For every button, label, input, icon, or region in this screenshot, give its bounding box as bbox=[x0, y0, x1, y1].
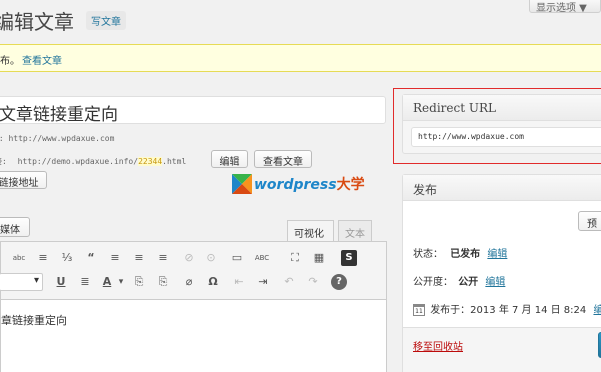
wpdaxue-logo-icon bbox=[232, 174, 252, 194]
text-color-dropdown-icon[interactable]: ▾ bbox=[113, 274, 129, 290]
calendar-icon: 11 bbox=[413, 304, 425, 316]
notice-view-post-link[interactable]: 查看文章 bbox=[22, 52, 62, 67]
permalink-label: 接: bbox=[0, 157, 7, 166]
underline-icon[interactable]: U bbox=[53, 274, 69, 290]
permalink-row: 接: http://demo.wpdaxue.info/22344.html bbox=[0, 156, 186, 167]
justify-icon[interactable]: ≣ bbox=[77, 274, 93, 290]
editor-content-text: 章链接重定向 bbox=[1, 314, 67, 327]
bulleted-list-icon[interactable]: ≡ bbox=[35, 250, 51, 266]
edit-permalink-button[interactable]: 编辑 bbox=[211, 150, 248, 168]
strikethrough-icon[interactable]: abc bbox=[11, 250, 27, 266]
get-shortlink-button[interactable]: 链接地址 bbox=[0, 171, 47, 189]
publish-box: 发布 预 状态： 已发布 编辑 公开度： 公开 编辑 11 发布于：2013 年… bbox=[402, 174, 601, 372]
major-publishing-actions: 移至回收站 bbox=[403, 327, 601, 372]
outdent-icon[interactable]: ⇤ bbox=[231, 274, 247, 290]
numbered-list-icon[interactable]: ⅓ bbox=[59, 250, 75, 266]
status-edit-link[interactable]: 编辑 bbox=[487, 249, 507, 260]
redirect-url-box: Redirect URL http://www.wpdaxue.com bbox=[402, 94, 601, 154]
add-media-button[interactable]: 媒体 bbox=[0, 217, 30, 237]
align-left-icon[interactable]: ≡ bbox=[107, 250, 123, 266]
paste-text-icon[interactable]: ⎘ bbox=[131, 274, 147, 290]
spellcheck-icon[interactable]: ABC bbox=[251, 250, 273, 266]
visibility-edit-link[interactable]: 编辑 bbox=[485, 277, 505, 288]
permalink-url[interactable]: http://demo.wpdaxue.info/22344.html bbox=[17, 157, 187, 166]
logo-text-suffix: 大学 bbox=[336, 177, 365, 193]
move-to-trash-link[interactable]: 移至回收站 bbox=[413, 338, 463, 353]
view-post-button[interactable]: 查看文章 bbox=[254, 150, 312, 168]
align-center-icon[interactable]: ≡ bbox=[131, 250, 147, 266]
screen-options-button[interactable]: 显示选项 ▼ bbox=[529, 0, 601, 14]
page-title: 编辑文章 bbox=[0, 10, 74, 34]
permalink-base: http://demo.wpdaxue.info/ bbox=[17, 157, 139, 166]
permalink-id: 22344 bbox=[138, 157, 163, 166]
unlink-icon[interactable]: ⊙ bbox=[203, 250, 219, 266]
toolbar-row-1: abc ≡ ⅓ “ ≡ ≡ ≡ ⊘ ⊙ ▭ ABC ⛶ ▦ S bbox=[1, 248, 388, 268]
help-icon[interactable]: ? bbox=[331, 274, 347, 290]
editor-toolbar: abc ≡ ⅓ “ ≡ ≡ ≡ ⊘ ⊙ ▭ ABC ⛶ ▦ S ▾ U ≣ A … bbox=[0, 241, 387, 299]
status-value: 已发布 bbox=[450, 249, 481, 260]
shortlink-text: t: http://www.wpdaxue.com bbox=[0, 134, 115, 143]
redirect-url-value: http://www.wpdaxue.com bbox=[418, 132, 524, 141]
published-on-text: 发布于：2013 年 7 月 14 日 8:24 bbox=[430, 305, 587, 316]
align-right-icon[interactable]: ≡ bbox=[155, 250, 171, 266]
kitchen-sink-icon[interactable]: ▦ bbox=[311, 250, 327, 266]
status-row: 状态： 已发布 编辑 bbox=[413, 245, 507, 260]
plugin-s-icon[interactable]: S bbox=[341, 250, 357, 266]
wpdaxue-logo: wordpress大学 bbox=[232, 174, 372, 194]
paste-word-icon[interactable]: ⎘ bbox=[155, 274, 171, 290]
clear-formatting-icon[interactable]: ⌀ bbox=[181, 274, 197, 290]
post-title-input[interactable]: 文章链接重定向 bbox=[0, 96, 386, 125]
undo-icon[interactable]: ↶ bbox=[281, 274, 297, 290]
blockquote-icon[interactable]: “ bbox=[83, 250, 99, 266]
status-label: 状态： bbox=[413, 249, 443, 260]
special-character-icon[interactable]: Ω bbox=[205, 274, 221, 290]
chevron-down-icon: ▾ bbox=[33, 275, 39, 286]
logo-text-main: wordpress bbox=[254, 177, 337, 193]
notice-text: 布。 bbox=[0, 56, 20, 67]
redo-icon[interactable]: ↷ bbox=[305, 274, 321, 290]
visibility-value: 公开 bbox=[458, 277, 479, 288]
fullscreen-icon[interactable]: ⛶ bbox=[287, 250, 303, 266]
publish-box-title: 发布 bbox=[403, 175, 601, 201]
visibility-row: 公开度： 公开 编辑 bbox=[413, 273, 505, 288]
wpdaxue-logo-text: wordpress大学 bbox=[254, 174, 365, 194]
visibility-label: 公开度： bbox=[413, 277, 453, 288]
redirect-url-input[interactable]: http://www.wpdaxue.com bbox=[411, 127, 601, 147]
add-new-post-button[interactable]: 写文章 bbox=[86, 11, 126, 30]
date-edit-link[interactable]: 编 bbox=[593, 305, 601, 316]
toolbar-row-2: ▾ U ≣ A ▾ ⎘ ⎘ ⌀ Ω ⇤ ⇥ ↶ ↷ ? bbox=[0, 272, 388, 292]
redirect-url-title: Redirect URL bbox=[403, 95, 601, 121]
format-select[interactable]: ▾ bbox=[0, 273, 43, 291]
preview-button[interactable]: 预 bbox=[578, 211, 601, 231]
date-row: 11 发布于：2013 年 7 月 14 日 8:24 编 bbox=[413, 301, 601, 316]
permalink-suffix: .html bbox=[162, 157, 187, 166]
editor-content-area[interactable]: 章链接重定向 bbox=[0, 299, 387, 372]
insert-link-icon[interactable]: ⊘ bbox=[181, 250, 197, 266]
tab-text[interactable]: 文本 bbox=[338, 220, 372, 242]
insert-more-icon[interactable]: ▭ bbox=[229, 250, 245, 266]
updated-notice: 布。 查看文章 bbox=[0, 44, 601, 72]
tab-visual[interactable]: 可视化 bbox=[287, 220, 334, 242]
indent-icon[interactable]: ⇥ bbox=[255, 274, 271, 290]
